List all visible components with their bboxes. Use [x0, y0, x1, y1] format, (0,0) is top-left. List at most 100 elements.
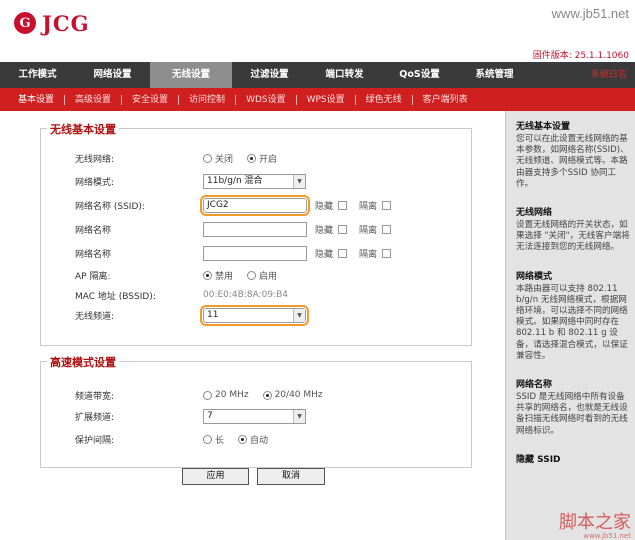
logo-mark-icon: G: [14, 12, 36, 34]
sub-nav: 基本设置 高级设置 安全设置 访问控制 WDS设置 WPS设置 绿色无线 客户端…: [0, 88, 635, 111]
help-title-mode: 网络模式: [516, 271, 553, 282]
mac-label: MAC 地址 (BSSID):: [75, 291, 156, 302]
sub-nav-basic[interactable]: 基本设置: [0, 95, 64, 105]
ssid2-isolate-check[interactable]: 隔离: [359, 223, 403, 236]
guard-long-radio[interactable]: 长: [203, 433, 224, 446]
radio-unchecked-icon: [247, 270, 257, 280]
channel-value: 11: [207, 309, 219, 320]
isolate-label: 隔离: [359, 201, 378, 212]
advanced-settings-legend: 高速模式设置: [47, 354, 119, 370]
ssid2-hide-check[interactable]: 隐藏: [315, 223, 359, 236]
ext-channel-value: 7: [207, 410, 213, 421]
mode-row: 网络模式: 11b/g/n 混合 ▼: [75, 172, 455, 190]
main-nav-qos[interactable]: QoS设置: [382, 62, 457, 88]
apply-button[interactable]: 应用: [182, 468, 249, 485]
guard-row: 保护间隔: 长 自动: [75, 430, 455, 448]
sub-nav-wps[interactable]: WPS设置: [295, 94, 355, 105]
mode-value: 11b/g/n 混合: [207, 175, 263, 186]
radio-unchecked-icon: [203, 390, 212, 400]
radio-unchecked-icon: [203, 434, 212, 444]
wireless-on-radio[interactable]: 开启: [247, 152, 277, 165]
help-title-ssid: 网络名称: [516, 380, 553, 391]
watermark-url: www.jb51.net: [583, 532, 631, 540]
ssid3-row: 网络名称 隐藏 隔离: [75, 244, 455, 262]
ssid3-hide-check[interactable]: 隐藏: [315, 247, 359, 260]
ap-isolate-row: AP 隔离: 禁用 启用: [75, 266, 455, 284]
guard-auto-label: 自动: [250, 435, 269, 446]
channel-select[interactable]: 11 ▼: [200, 304, 309, 326]
ssid2-input[interactable]: [203, 221, 307, 237]
checkbox-icon: [382, 200, 392, 210]
channel-row: 无线频道: 11 ▼: [75, 304, 455, 326]
isolate-label: 隔离: [359, 249, 378, 260]
sub-nav-advanced[interactable]: 高级设置: [64, 94, 121, 105]
ssid-input[interactable]: JCG2: [200, 194, 310, 216]
checkbox-icon: [338, 224, 348, 234]
sub-nav-green[interactable]: 绿色无线: [354, 94, 412, 105]
mac-value: 00:E0:4B:8A:09:B4: [203, 290, 289, 300]
wireless-row: 无线网络: 关闭 开启: [75, 149, 455, 167]
ssid3-isolate-check[interactable]: 隔离: [359, 247, 403, 260]
advanced-settings-group: 高速模式设置 频道带宽: 20 MHz 20/40 MHz 扩展频道: 7 ▼ 保…: [40, 354, 472, 468]
ssid-label: 网络名称 (SSID):: [75, 201, 145, 212]
radio-unchecked-icon: [203, 153, 212, 163]
main-nav-filter[interactable]: 过滤设置: [232, 62, 307, 88]
bandwidth-label: 频道带宽:: [75, 391, 115, 402]
ssid-row: 网络名称 (SSID): JCG2 隐藏 隔离: [75, 194, 455, 216]
checkbox-icon: [338, 200, 348, 210]
ssid-hide-check[interactable]: 隐藏: [315, 199, 359, 212]
checkbox-icon: [382, 224, 392, 234]
bw-20-radio[interactable]: 20 MHz: [203, 390, 249, 400]
wireless-off-label: 关闭: [215, 154, 234, 165]
wireless-off-radio[interactable]: 关闭: [203, 152, 233, 165]
sub-nav-clients[interactable]: 客户端列表: [411, 94, 478, 105]
main-nav-system[interactable]: 系统管理: [457, 62, 532, 88]
guard-auto-radio[interactable]: 自动: [238, 433, 268, 446]
ext-channel-select[interactable]: 7 ▼: [203, 408, 306, 424]
ssid-isolate-check[interactable]: 隔离: [359, 199, 403, 212]
main-nav-network[interactable]: 网络设置: [75, 62, 150, 88]
mac-row: MAC 地址 (BSSID): 00:E0:4B:8A:09:B4: [75, 286, 455, 304]
chevron-down-icon: ▼: [293, 174, 305, 188]
ap-enable-radio[interactable]: 启用: [247, 269, 277, 282]
checkbox-icon: [338, 248, 348, 258]
help-text-ssid: SSID 是无线网络中所有设备共享的网络名，也就是无线设备扫描无线网络时看到的无…: [516, 392, 628, 436]
channel-label: 无线频道:: [75, 311, 115, 322]
ext-channel-row: 扩展频道: 7 ▼: [75, 407, 455, 425]
bw-2040-label: 20/40 MHz: [274, 390, 323, 400]
ssid2-label: 网络名称: [75, 225, 112, 236]
help-text-mode: 本路由器可以支持 802.11 b/g/n 无线网络模式，根据网络环境，可以选择…: [516, 283, 628, 361]
hide-label: 隐藏: [315, 225, 334, 236]
firmware-version: 固件版本: 25.1.1.1060: [532, 51, 629, 61]
help-panel: 无线基本设置 您可以在此设置无线网络的基本参数，如网络名称(SSID)、无线频道…: [505, 111, 635, 540]
chevron-down-icon: ▼: [293, 308, 305, 322]
hide-label: 隐藏: [315, 201, 334, 212]
form-buttons: 应用 取消: [182, 468, 325, 485]
main-nav-wireless[interactable]: 无线设置: [150, 62, 232, 88]
ap-enable-label: 启用: [259, 271, 278, 282]
main-nav-port-forward[interactable]: 端口转发: [307, 62, 382, 88]
bw-20-label: 20 MHz: [215, 390, 249, 400]
watermark-top: www.jb51.net: [551, 6, 629, 21]
main-nav-work-mode[interactable]: 工作模式: [0, 62, 75, 88]
sub-nav-access-control[interactable]: 访问控制: [178, 94, 235, 105]
help-title-basic: 无线基本设置: [516, 122, 571, 132]
cancel-button[interactable]: 取消: [257, 468, 325, 485]
help-title-hide: 隐藏 SSID: [516, 454, 561, 465]
brand-logo: G JCG: [14, 10, 90, 36]
sub-nav-security[interactable]: 安全设置: [121, 94, 178, 105]
help-text-wireless: 设置无线网络的开关状态，如果选择 "关闭"，无线客户端将无法连接到您的无线网络。: [516, 220, 630, 253]
ap-disable-radio[interactable]: 禁用: [203, 269, 233, 282]
radio-checked-icon: [203, 270, 212, 280]
isolate-label: 隔离: [359, 225, 378, 236]
mode-label: 网络模式:: [75, 177, 115, 188]
sub-nav-wds[interactable]: WDS设置: [235, 94, 296, 105]
ap-isolate-label: AP 隔离:: [75, 271, 111, 282]
main-nav-log[interactable]: 系统日志: [532, 62, 635, 88]
chevron-down-icon: ▼: [293, 409, 305, 423]
bw-2040-radio[interactable]: 20/40 MHz: [262, 390, 323, 400]
watermark-bottom: 脚本之家: [559, 512, 631, 533]
wireless-on-label: 开启: [259, 154, 278, 165]
ssid3-input[interactable]: [203, 245, 307, 261]
mode-select[interactable]: 11b/g/n 混合 ▼: [203, 173, 306, 189]
